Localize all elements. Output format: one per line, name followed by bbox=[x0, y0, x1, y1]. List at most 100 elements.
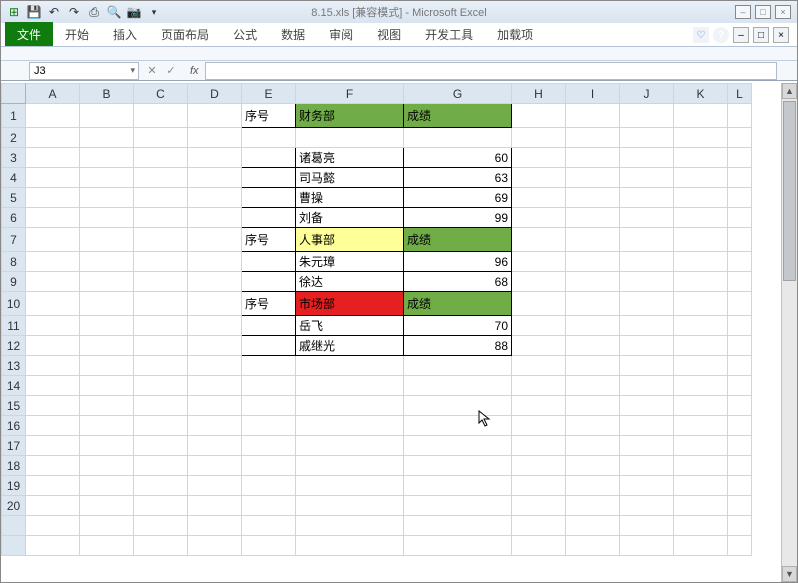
cell[interactable] bbox=[728, 128, 752, 148]
cell[interactable] bbox=[674, 456, 728, 476]
row-header[interactable]: 1 bbox=[2, 104, 26, 128]
cell[interactable]: 68 bbox=[404, 272, 512, 292]
cell[interactable] bbox=[674, 128, 728, 148]
cell[interactable] bbox=[242, 416, 296, 436]
cell[interactable] bbox=[674, 252, 728, 272]
cell[interactable] bbox=[188, 128, 242, 148]
cell[interactable] bbox=[620, 168, 674, 188]
cell[interactable] bbox=[296, 536, 404, 556]
file-tab[interactable]: 文件 bbox=[5, 22, 53, 46]
row-header[interactable]: 8 bbox=[2, 252, 26, 272]
cell[interactable] bbox=[620, 376, 674, 396]
cell[interactable] bbox=[242, 476, 296, 496]
undo-icon[interactable]: ↶ bbox=[45, 3, 63, 21]
cell[interactable] bbox=[134, 456, 188, 476]
cell[interactable] bbox=[188, 272, 242, 292]
cell[interactable]: 60 bbox=[404, 148, 512, 168]
doc-restore-button[interactable]: □ bbox=[753, 27, 769, 43]
cell[interactable] bbox=[80, 168, 134, 188]
cell[interactable] bbox=[512, 188, 566, 208]
cell[interactable] bbox=[566, 272, 620, 292]
tab-home[interactable]: 开始 bbox=[53, 22, 101, 46]
cell[interactable] bbox=[566, 416, 620, 436]
cell[interactable] bbox=[512, 536, 566, 556]
cell[interactable] bbox=[134, 168, 188, 188]
cell[interactable] bbox=[674, 272, 728, 292]
cell[interactable] bbox=[728, 336, 752, 356]
cell[interactable] bbox=[620, 148, 674, 168]
cell[interactable] bbox=[26, 516, 80, 536]
enter-formula-icon[interactable]: ✓ bbox=[162, 63, 180, 79]
row-header[interactable]: 5 bbox=[2, 188, 26, 208]
cell[interactable] bbox=[620, 316, 674, 336]
cell[interactable] bbox=[512, 272, 566, 292]
tab-developer[interactable]: 开发工具 bbox=[413, 22, 485, 46]
worksheet-grid[interactable]: A B C D E F G H I J K L 1序号财务部成绩23诸葛亮604… bbox=[1, 83, 797, 582]
tab-data[interactable]: 数据 bbox=[269, 22, 317, 46]
cell[interactable] bbox=[566, 496, 620, 516]
cell[interactable] bbox=[188, 416, 242, 436]
cell[interactable] bbox=[242, 356, 296, 376]
cell[interactable] bbox=[620, 208, 674, 228]
row-header[interactable]: 4 bbox=[2, 168, 26, 188]
cell[interactable] bbox=[512, 292, 566, 316]
cell[interactable] bbox=[728, 376, 752, 396]
col-header[interactable]: C bbox=[134, 84, 188, 104]
cell[interactable] bbox=[512, 252, 566, 272]
cell[interactable] bbox=[404, 356, 512, 376]
cell[interactable] bbox=[188, 168, 242, 188]
cell[interactable]: 戚继光 bbox=[296, 336, 404, 356]
cell[interactable] bbox=[404, 496, 512, 516]
cell[interactable] bbox=[728, 496, 752, 516]
cell[interactable]: 序号 bbox=[242, 104, 296, 128]
cell[interactable] bbox=[242, 396, 296, 416]
cell[interactable] bbox=[566, 316, 620, 336]
cell[interactable] bbox=[296, 436, 404, 456]
cell[interactable] bbox=[620, 396, 674, 416]
cell[interactable] bbox=[566, 476, 620, 496]
cell[interactable] bbox=[620, 104, 674, 128]
cell[interactable] bbox=[296, 456, 404, 476]
cell[interactable] bbox=[242, 168, 296, 188]
cell[interactable] bbox=[512, 516, 566, 536]
cell[interactable] bbox=[512, 496, 566, 516]
cell[interactable] bbox=[674, 336, 728, 356]
cell[interactable] bbox=[26, 292, 80, 316]
cell[interactable] bbox=[134, 516, 188, 536]
cell[interactable] bbox=[296, 396, 404, 416]
qat-dropdown-icon[interactable]: ▾ bbox=[145, 3, 163, 21]
cell[interactable]: 成绩 bbox=[404, 228, 512, 252]
cell[interactable] bbox=[728, 168, 752, 188]
cell[interactable]: 成绩 bbox=[404, 292, 512, 316]
cell[interactable] bbox=[620, 536, 674, 556]
col-header[interactable]: F bbox=[296, 84, 404, 104]
cell[interactable] bbox=[80, 356, 134, 376]
cell[interactable] bbox=[674, 536, 728, 556]
cell[interactable] bbox=[566, 356, 620, 376]
cell[interactable]: 刘备 bbox=[296, 208, 404, 228]
cell[interactable] bbox=[620, 476, 674, 496]
row-header[interactable]: 16 bbox=[2, 416, 26, 436]
cell[interactable] bbox=[512, 436, 566, 456]
cell[interactable] bbox=[188, 376, 242, 396]
cell[interactable] bbox=[188, 228, 242, 252]
cell[interactable] bbox=[134, 496, 188, 516]
cell[interactable] bbox=[80, 536, 134, 556]
cell[interactable] bbox=[242, 272, 296, 292]
cell[interactable] bbox=[296, 128, 404, 148]
cell[interactable] bbox=[728, 272, 752, 292]
row-header[interactable]: 7 bbox=[2, 228, 26, 252]
cell[interactable] bbox=[242, 536, 296, 556]
cell[interactable] bbox=[80, 416, 134, 436]
cell[interactable] bbox=[134, 128, 188, 148]
cell[interactable] bbox=[566, 536, 620, 556]
cell[interactable] bbox=[188, 148, 242, 168]
cell[interactable] bbox=[404, 396, 512, 416]
cell[interactable] bbox=[134, 336, 188, 356]
cell[interactable] bbox=[26, 128, 80, 148]
cell[interactable] bbox=[134, 536, 188, 556]
cell[interactable] bbox=[404, 476, 512, 496]
cell[interactable] bbox=[188, 356, 242, 376]
col-header[interactable]: E bbox=[242, 84, 296, 104]
row-header[interactable]: 17 bbox=[2, 436, 26, 456]
